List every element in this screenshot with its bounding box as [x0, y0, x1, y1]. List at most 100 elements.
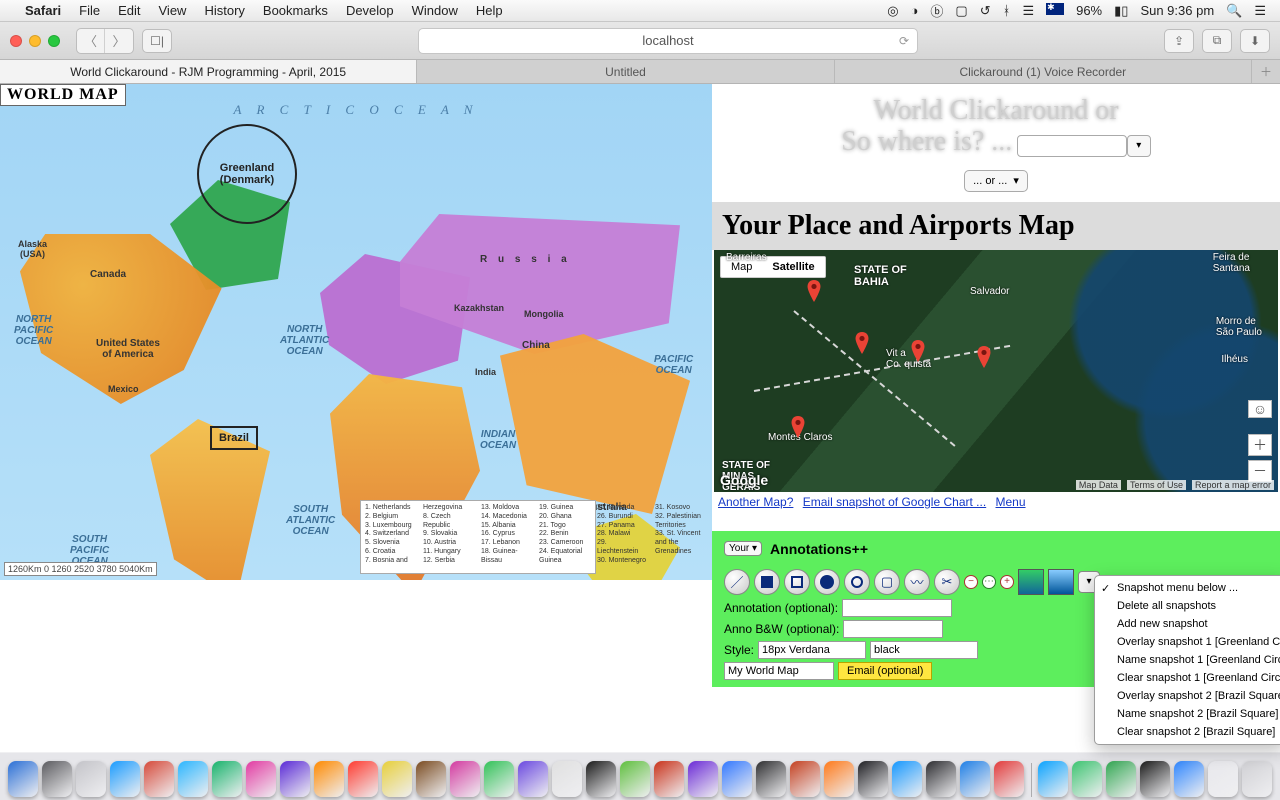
dock-app-icon[interactable] — [688, 761, 718, 797]
snapshot-menu[interactable]: Snapshot menu below ...Delete all snapsh… — [1094, 575, 1280, 745]
link-another-map[interactable]: Another Map? — [718, 495, 793, 509]
map-credit-report[interactable]: Report a map error — [1192, 480, 1274, 490]
dock-app-icon[interactable] — [246, 761, 276, 797]
tab-1[interactable]: World Clickaround - RJM Programming - Ap… — [0, 60, 417, 83]
battery-icon[interactable]: ▮▯ — [1108, 3, 1134, 19]
dock-app-icon[interactable] — [484, 761, 514, 797]
zoom-out-button[interactable]: － — [1248, 460, 1272, 482]
dock-app-icon[interactable] — [144, 761, 174, 797]
tool-line-icon[interactable]: ／ — [724, 569, 750, 595]
status-icon[interactable]: ⓑ — [924, 1, 949, 20]
style-input[interactable] — [758, 641, 866, 659]
snapshot-menu-item[interactable]: Snapshot menu below ... — [1095, 579, 1280, 597]
dock-app-icon[interactable] — [382, 761, 412, 797]
menu-help[interactable]: Help — [467, 3, 512, 18]
dock-app-icon[interactable] — [8, 761, 38, 797]
tool-rounded-rect-icon[interactable]: ▢ — [874, 569, 900, 595]
dock-app-icon[interactable] — [280, 761, 310, 797]
link-email-snapshot[interactable]: Email snapshot of Google Chart ... — [803, 495, 986, 509]
where-is-input[interactable] — [1017, 135, 1127, 157]
dock-app-icon[interactable] — [790, 761, 820, 797]
reload-icon[interactable]: ⟳ — [899, 34, 909, 48]
tool-scissors-icon[interactable]: ✂ — [934, 569, 960, 595]
flag-icon[interactable] — [1040, 3, 1070, 18]
sidebar-toggle-button[interactable]: ☐| — [142, 29, 172, 53]
downloads-button[interactable]: ⬇ — [1240, 29, 1270, 53]
color-input[interactable] — [870, 641, 978, 659]
map-pin[interactable] — [910, 340, 926, 356]
timemachine-icon[interactable]: ↺ — [974, 3, 997, 19]
snapshot-menu-item[interactable]: Name snapshot 2 [Brazil Square] — [1095, 705, 1280, 723]
close-window-icon[interactable] — [10, 35, 22, 47]
dock-app-icon[interactable] — [348, 761, 378, 797]
dock-app-icon[interactable] — [42, 761, 72, 797]
map-pin[interactable] — [790, 416, 806, 432]
status-icon[interactable]: ◑ — [905, 3, 925, 18]
status-icon[interactable]: ◎ — [881, 3, 904, 19]
tool-minus-icon[interactable]: − — [964, 575, 978, 589]
tab-3[interactable]: Clickaround (1) Voice Recorder — [835, 60, 1252, 83]
dock-app-icon[interactable] — [212, 761, 242, 797]
tool-curve-icon[interactable]: 〰 — [904, 569, 930, 595]
new-tab-button[interactable]: ＋ — [1252, 60, 1280, 83]
dock-app-icon[interactable] — [1038, 761, 1068, 797]
snapshot-menu-item[interactable]: Name snapshot 1 [Greenland Circle] — [1095, 651, 1280, 669]
annotation-brazil-square[interactable]: Brazil — [210, 426, 258, 450]
link-menu[interactable]: Menu — [996, 495, 1026, 509]
menu-view[interactable]: View — [150, 3, 196, 18]
zoom-in-button[interactable]: ＋ — [1248, 434, 1272, 456]
map-title-input[interactable] — [724, 662, 834, 680]
menu-history[interactable]: History — [195, 3, 253, 18]
dock-app-icon[interactable] — [416, 761, 446, 797]
world-map[interactable]: WORLD MAP A R C T I C O C E A N Alaska(U… — [0, 84, 712, 580]
map-pin[interactable] — [806, 280, 822, 296]
annotation-input[interactable] — [842, 599, 952, 617]
map-credit-data[interactable]: Map Data — [1076, 480, 1121, 490]
dock-app-icon[interactable] — [1208, 761, 1238, 797]
dock-app-icon[interactable] — [654, 761, 684, 797]
dock-app-icon[interactable] — [722, 761, 752, 797]
snapshot-menu-item[interactable]: Overlay snapshot 1 [Greenland Circle] — [1095, 633, 1280, 651]
snapshot-menu-item[interactable]: Overlay snapshot 2 [Brazil Square] — [1095, 687, 1280, 705]
tool-hollow-square-icon[interactable] — [784, 569, 810, 595]
tab-2[interactable]: Untitled — [417, 60, 834, 83]
snapshot-menu-item[interactable]: Delete all snapshots — [1095, 597, 1280, 615]
dock-app-icon[interactable] — [960, 761, 990, 797]
menu-file[interactable]: File — [70, 3, 109, 18]
map-credit-terms[interactable]: Terms of Use — [1127, 480, 1186, 490]
tool-hollow-circle-icon[interactable] — [844, 569, 870, 595]
dock[interactable] — [0, 752, 1280, 800]
annotations-owner-select[interactable]: Your ▾ — [724, 541, 762, 556]
dock-app-icon[interactable] — [756, 761, 786, 797]
dock-app-icon[interactable] — [1106, 761, 1136, 797]
spotlight-icon[interactable]: 🔍 — [1220, 3, 1248, 19]
snapshot-thumbnail-2[interactable] — [1048, 569, 1074, 595]
window-controls[interactable] — [10, 35, 60, 47]
map-pin[interactable] — [854, 332, 870, 348]
streetview-pegman[interactable]: ☺ — [1248, 400, 1272, 418]
menu-window[interactable]: Window — [403, 3, 467, 18]
dock-app-icon[interactable] — [586, 761, 616, 797]
email-button[interactable]: Email (optional) — [838, 662, 932, 680]
menu-develop[interactable]: Develop — [337, 3, 403, 18]
share-button[interactable]: ⇪ — [1164, 29, 1194, 53]
clock[interactable]: Sun 9:36 pm — [1134, 3, 1220, 18]
tool-plus-icon[interactable]: + — [1000, 575, 1014, 589]
forward-button[interactable]: 〉 — [105, 29, 133, 53]
notification-center-icon[interactable]: ☰ — [1248, 3, 1272, 19]
tool-filled-square-icon[interactable] — [754, 569, 780, 595]
menu-app[interactable]: Safari — [16, 3, 70, 18]
wifi-icon[interactable]: ☰ — [1016, 3, 1040, 19]
dock-app-icon[interactable] — [1072, 761, 1102, 797]
airplay-icon[interactable]: ▢ — [949, 3, 973, 19]
dock-app-icon[interactable] — [552, 761, 582, 797]
dock-app-icon[interactable] — [994, 761, 1024, 797]
map-type-satellite[interactable]: Satellite — [762, 257, 824, 277]
snapshot-menu-item[interactable]: Clear snapshot 1 [Greenland Circle] — [1095, 669, 1280, 687]
snapshot-thumbnail-1[interactable] — [1018, 569, 1044, 595]
dock-app-icon[interactable] — [314, 761, 344, 797]
where-is-select[interactable]: ▾ — [1127, 135, 1151, 157]
map-pin[interactable] — [976, 346, 992, 362]
dock-app-icon[interactable] — [824, 761, 854, 797]
dock-app-icon[interactable] — [892, 761, 922, 797]
